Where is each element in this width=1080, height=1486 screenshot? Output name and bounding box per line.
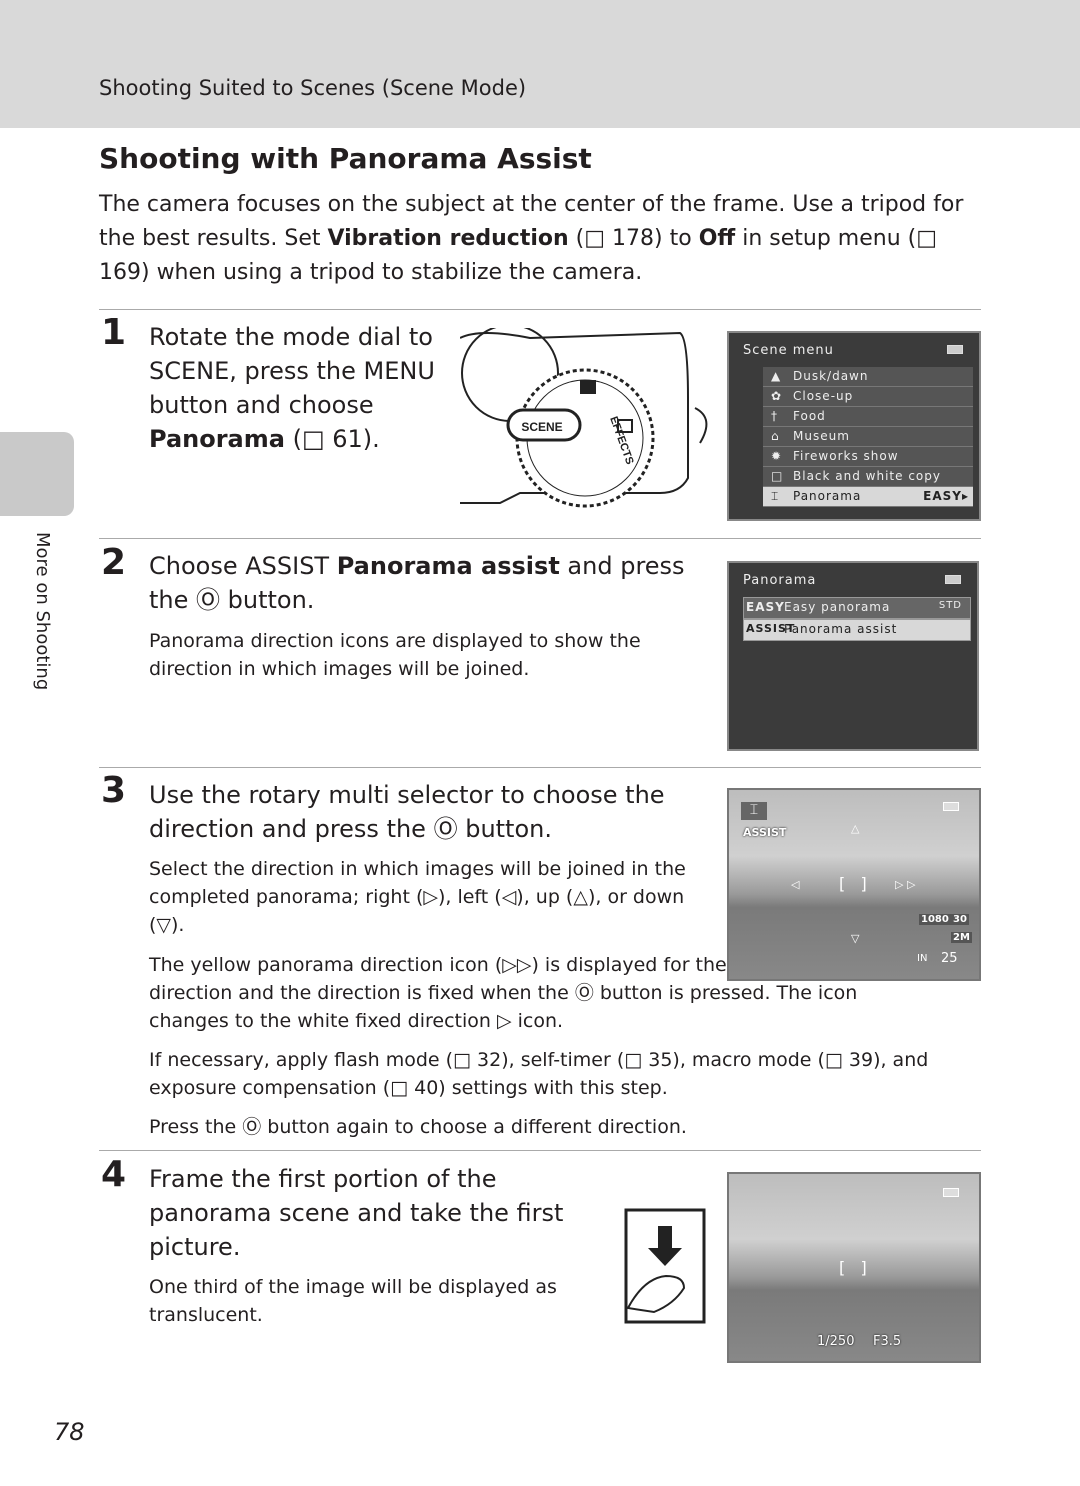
step-number: 4 bbox=[101, 1154, 127, 1195]
resolution-badge: 1080 bbox=[919, 914, 951, 925]
scene-menu-item[interactable]: † Food bbox=[763, 407, 973, 427]
panorama-menu-screen: Panorama EASY Easy panorama STD ASSIST P… bbox=[727, 561, 979, 751]
scene-menu-title: Scene menu bbox=[743, 343, 834, 358]
header-band: Shooting Suited to Scenes (Scene Mode) bbox=[0, 0, 1080, 128]
step-text: (□ 61). bbox=[284, 425, 380, 453]
step-number: 2 bbox=[101, 542, 127, 583]
side-tab bbox=[0, 432, 74, 516]
panorama-menu-title: Panorama bbox=[743, 573, 817, 588]
menu-item-easy-panorama[interactable]: EASY Easy panorama STD bbox=[743, 597, 971, 619]
menu-item-panorama-assist[interactable]: ASSIST Panorama assist bbox=[743, 619, 971, 641]
easy-tag: EASY bbox=[746, 600, 785, 614]
scene-menu-item[interactable]: ⌶ Panorama EASY▸ bbox=[763, 487, 973, 507]
step-heading: Rotate the mode dial to SCENE, press the… bbox=[149, 320, 439, 456]
page-title: Shooting with Panorama Assist bbox=[99, 142, 592, 175]
fireworks-icon: ✹ bbox=[771, 449, 783, 463]
step-bold: Panorama assist bbox=[336, 552, 560, 580]
panorama-icon: ⌶ bbox=[741, 802, 767, 820]
menu-item-label: Easy panorama bbox=[784, 600, 891, 614]
scene-menu-item-label: Black and white copy bbox=[793, 469, 941, 483]
step-heading: Choose ASSIST Panorama assist and press … bbox=[149, 549, 689, 617]
dusk-dawn-icon: ▲ bbox=[771, 369, 782, 383]
scene-menu-item[interactable]: ✿ Close-up bbox=[763, 387, 973, 407]
intro-paragraph: The camera focuses on the subject at the… bbox=[99, 188, 989, 290]
up-arrow-icon: △ bbox=[851, 822, 860, 835]
scene-menu-item-label: Panorama bbox=[793, 489, 862, 503]
side-label: More on Shooting bbox=[32, 532, 53, 691]
storage-indicator: IN bbox=[917, 953, 928, 964]
museum-icon: ⌂ bbox=[771, 429, 780, 443]
page-number: 78 bbox=[54, 1418, 85, 1446]
step-paragraph: If necessary, apply flash mode (□ 32), s… bbox=[149, 1049, 929, 1099]
intro-bold: Off bbox=[698, 226, 736, 251]
fps-badge: 30 bbox=[951, 914, 969, 925]
monitor-panorama-assist: ⌶ ASSIST △ ▽ ◁ ▷ ▷ [ ] 1080 30 2M IN 25 bbox=[727, 788, 981, 981]
battery-icon bbox=[943, 1188, 959, 1197]
step-text: Rotate the mode dial to SCENE, press the… bbox=[149, 323, 435, 419]
divider bbox=[99, 1150, 981, 1151]
menu-item-label: Panorama assist bbox=[784, 622, 898, 636]
scene-menu-item[interactable]: ▲ Dusk/dawn bbox=[763, 367, 973, 387]
dial-scene-label: SCENE bbox=[521, 420, 562, 434]
scene-menu-item-label: Dusk/dawn bbox=[793, 369, 869, 383]
scene-menu-item[interactable]: □ Black and white copy bbox=[763, 467, 973, 487]
step-number: 1 bbox=[101, 312, 127, 353]
exposure-count: 25 bbox=[941, 951, 958, 966]
step-heading: Frame the first portion of the panorama … bbox=[149, 1165, 564, 1261]
intro-text: (□ 178) to bbox=[568, 226, 699, 251]
mode-dial-illustration: SCENE EFFECTS bbox=[460, 328, 708, 508]
scene-menu-item-label: Close-up bbox=[793, 389, 854, 403]
shutter-speed: 1/250 bbox=[817, 1334, 855, 1349]
step-paragraph: Press the Ⓞ button again to choose a dif… bbox=[149, 1116, 687, 1138]
shutter-press-illustration bbox=[624, 1208, 706, 1324]
scene-menu-item[interactable]: ✹ Fireworks show bbox=[763, 447, 973, 467]
left-arrow-icon: ◁ bbox=[791, 878, 800, 891]
down-arrow-icon: ▽ bbox=[851, 932, 860, 945]
panorama-icon: ⌶ bbox=[771, 489, 780, 503]
battery-icon bbox=[945, 575, 961, 584]
step-bold: Panorama bbox=[149, 425, 285, 453]
scene-menu-item-label: Museum bbox=[793, 429, 850, 443]
food-icon: † bbox=[771, 409, 778, 423]
battery-icon bbox=[943, 802, 959, 811]
intro-bold: Vibration reduction bbox=[327, 226, 569, 251]
step-heading: Use the rotary multi selector to choose … bbox=[149, 781, 665, 843]
step-paragraph: Select the direction in which images wil… bbox=[149, 858, 686, 936]
battery-icon bbox=[947, 345, 963, 354]
right-arrow-icon: ▷ ▷ bbox=[895, 878, 916, 891]
monitor-first-shot: [ ] 1/250 F3.5 bbox=[727, 1172, 981, 1363]
scene-menu-item-label: Food bbox=[793, 409, 826, 423]
focus-brackets: [ ] bbox=[839, 1258, 867, 1277]
step-text: Choose ASSIST bbox=[149, 552, 337, 580]
step-paragraph: Panorama direction icons are displayed t… bbox=[149, 630, 641, 680]
scene-menu-item-value: EASY▸ bbox=[923, 489, 969, 503]
scene-menu-item-label: Fireworks show bbox=[793, 449, 899, 463]
scene-menu-screen: Scene menu ▲ Dusk/dawn ✿ Close-up † Food ⌂ Muse… bbox=[727, 331, 981, 521]
std-badge: STD bbox=[938, 600, 962, 611]
focus-brackets: [ ] bbox=[839, 874, 867, 893]
section-title: Shooting Suited to Scenes (Scene Mode) bbox=[99, 76, 527, 100]
aperture-value: F3.5 bbox=[873, 1334, 902, 1349]
mode-label: ASSIST bbox=[743, 826, 787, 839]
divider bbox=[99, 767, 981, 768]
copy-icon: □ bbox=[771, 469, 784, 483]
image-size-badge: 2M bbox=[951, 932, 972, 943]
step-paragraph: One third of the image will be displayed… bbox=[149, 1276, 557, 1326]
divider bbox=[99, 309, 981, 310]
divider bbox=[99, 538, 981, 539]
scene-menu-item[interactable]: ⌂ Museum bbox=[763, 427, 973, 447]
step-number: 3 bbox=[101, 770, 127, 811]
close-up-icon: ✿ bbox=[771, 389, 783, 403]
